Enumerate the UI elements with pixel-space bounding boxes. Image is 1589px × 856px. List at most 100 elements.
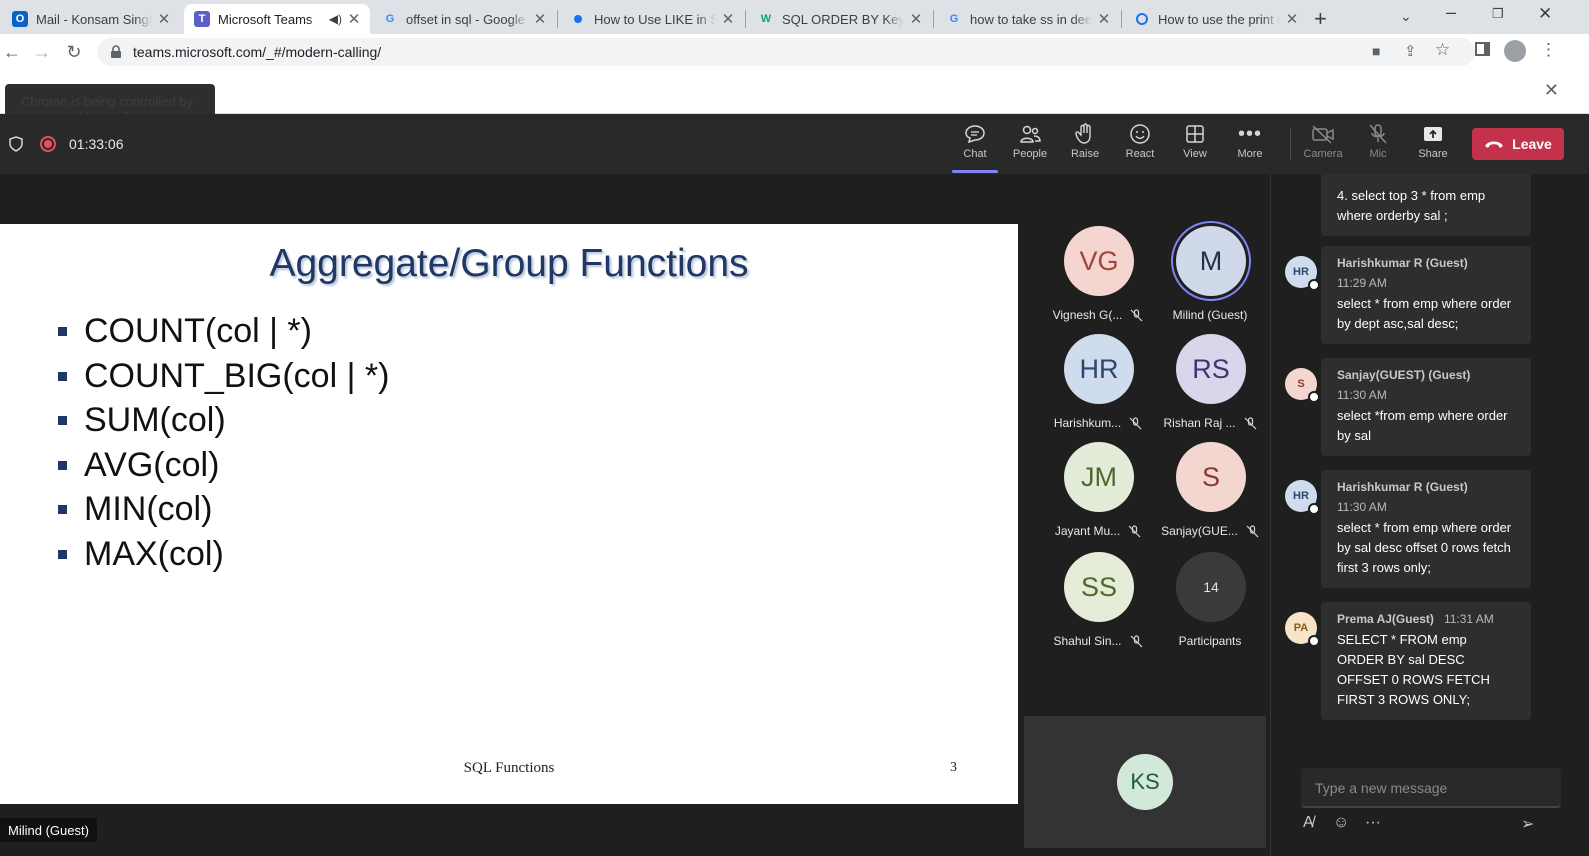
- bookmark-star-icon[interactable]: ☆: [1435, 40, 1450, 60]
- participant-tile[interactable]: JM Jayant Mu...: [1043, 442, 1153, 550]
- raise-hand-icon: [1075, 120, 1095, 148]
- participant-tile[interactable]: M Milind (Guest): [1155, 226, 1265, 334]
- message-author: Harishkumar R (Guest): [1337, 480, 1468, 494]
- bullet-marker: [58, 416, 67, 425]
- close-tab-icon[interactable]: ✕: [346, 10, 362, 28]
- tab-like-sql[interactable]: How to Use LIKE in SQL ✕: [560, 4, 744, 34]
- recording-icon: [40, 136, 56, 152]
- slide-bullet: COUNT(col | *): [58, 312, 312, 351]
- back-icon[interactable]: ←: [0, 40, 24, 64]
- close-tab-icon[interactable]: ✕: [156, 10, 172, 28]
- participant-name: Sanjay(GUE...: [1161, 524, 1238, 538]
- format-icon[interactable]: A̸: [1303, 814, 1314, 832]
- slide-title: Aggregate/Group Functions: [269, 242, 749, 285]
- forward-icon[interactable]: →: [30, 40, 54, 64]
- active-tab-indicator: [952, 170, 998, 173]
- meeting-stage: Aggregate/Group Functions COUNT(col | *)…: [0, 174, 1270, 810]
- participant-tile[interactable]: S Sanjay(GUE...: [1155, 442, 1265, 550]
- tab-print-screen[interactable]: How to use the print screen ✕: [1124, 4, 1308, 34]
- participant-name: Harishkum...: [1053, 416, 1122, 430]
- profile-avatar-icon[interactable]: [1504, 40, 1526, 62]
- bullet-marker: [58, 505, 67, 514]
- more-button[interactable]: ••• More: [1224, 120, 1276, 170]
- mic-button[interactable]: Mic: [1352, 120, 1404, 170]
- participant-name: Jayant Mu...: [1054, 524, 1121, 538]
- chat-icon: [964, 120, 986, 148]
- close-window-icon[interactable]: ✕: [1538, 4, 1552, 24]
- message-author: Harishkumar R (Guest): [1337, 256, 1468, 270]
- active-speaker-badge: Milind (Guest): [0, 818, 97, 842]
- author-avatar: PA: [1285, 612, 1320, 647]
- leave-button[interactable]: Leave: [1472, 128, 1564, 160]
- message-time: 11:30 AM: [1337, 388, 1387, 402]
- participant-tile[interactable]: VG Vignesh G(...: [1043, 226, 1153, 334]
- participant-avatar: M: [1176, 226, 1246, 296]
- new-tab-icon[interactable]: +: [1314, 6, 1327, 32]
- share-button[interactable]: Share: [1407, 120, 1459, 170]
- close-tab-icon[interactable]: ✕: [720, 10, 736, 28]
- tab-outlook[interactable]: O Mail - Konsam Singh - Outlook ✕: [2, 4, 180, 34]
- emoji-icon[interactable]: ☺: [1333, 814, 1349, 832]
- presence-dot: [1308, 391, 1320, 403]
- close-infobar-icon[interactable]: ✕: [1544, 80, 1559, 101]
- tab-search-icon[interactable]: ⌄: [1400, 8, 1412, 25]
- speaker-icon[interactable]: ◀): [329, 12, 342, 26]
- mic-muted-icon: [1246, 524, 1259, 537]
- compose-box[interactable]: Type a new message: [1301, 768, 1561, 808]
- shield-icon: [9, 136, 23, 152]
- self-avatar: KS: [1117, 754, 1173, 810]
- close-tab-icon[interactable]: ✕: [532, 10, 548, 28]
- bullet-marker: [58, 461, 67, 470]
- camera-off-icon: [1311, 120, 1335, 148]
- side-panel-icon[interactable]: [1475, 42, 1490, 56]
- react-button[interactable]: React: [1114, 120, 1166, 170]
- people-button[interactable]: People: [1004, 120, 1056, 170]
- bullet-marker: [58, 327, 67, 336]
- restore-icon[interactable]: ❐: [1492, 6, 1504, 22]
- browser-menu-icon[interactable]: ⋮: [1540, 40, 1557, 60]
- message-body: 4. select top 3 * from emp where orderby…: [1337, 188, 1486, 223]
- close-tab-icon[interactable]: ✕: [1284, 10, 1300, 28]
- author-avatar: HR: [1285, 256, 1320, 291]
- slide-bullet: MAX(col): [58, 535, 224, 574]
- camera-button[interactable]: Camera: [1297, 120, 1349, 170]
- tab-google-offset[interactable]: G offset in sql - Google Search ✕: [372, 4, 556, 34]
- url-bar[interactable]: teams.microsoft.com/_#/modern-calling/: [97, 38, 1475, 66]
- participant-name: Rishan Raj ...: [1163, 416, 1236, 430]
- message-body: SELECT * FROM emp ORDER BY sal DESC OFFS…: [1337, 632, 1490, 707]
- edge-icon: [1134, 11, 1150, 27]
- lock-icon: [111, 45, 121, 58]
- participant-avatar: HR: [1064, 334, 1134, 404]
- participant-tile[interactable]: RS Rishan Raj ...: [1155, 334, 1265, 442]
- chat-button[interactable]: Chat: [949, 120, 1001, 170]
- camera-in-use-icon[interactable]: ■: [1372, 43, 1380, 59]
- participant-avatar: SS: [1064, 552, 1134, 622]
- view-button[interactable]: View: [1169, 120, 1221, 170]
- participant-overflow-tile[interactable]: 14 Participants: [1155, 552, 1265, 660]
- close-tab-icon[interactable]: ✕: [1096, 10, 1112, 28]
- compose-placeholder: Type a new message: [1315, 780, 1448, 796]
- reload-icon[interactable]: ↻: [62, 40, 86, 64]
- author-avatar: S: [1285, 368, 1320, 403]
- minimize-icon[interactable]: –: [1446, 2, 1456, 23]
- address-bar-row: ← → ↻ teams.microsoft.com/_#/modern-call…: [0, 34, 1589, 70]
- share-page-icon[interactable]: ⇪: [1404, 42, 1417, 60]
- more-options-icon[interactable]: ···: [1365, 814, 1381, 832]
- participant-name: Participants: [1178, 634, 1242, 648]
- participant-tile[interactable]: HR Harishkum...: [1043, 334, 1153, 442]
- tab-google-ss[interactable]: G how to take ss in deel laptop ✕: [936, 4, 1120, 34]
- participant-tile[interactable]: SS Shahul Sin...: [1043, 552, 1153, 660]
- tab-order-by[interactable]: W SQL ORDER BY Keyword ✕: [748, 4, 932, 34]
- raise-hand-button[interactable]: Raise: [1059, 120, 1111, 170]
- close-tab-icon[interactable]: ✕: [908, 10, 924, 28]
- send-icon[interactable]: ➢: [1521, 814, 1534, 834]
- slide-bullet: SUM(col): [58, 401, 226, 440]
- tab-teams[interactable]: T Microsoft Teams ◀) ✕: [184, 4, 370, 34]
- participant-name: Vignesh G(...: [1052, 308, 1123, 322]
- message-body: select * from emp where order by sal des…: [1337, 520, 1512, 575]
- chat-message: Harishkumar R (Guest) 11:29 AM select * …: [1321, 246, 1531, 344]
- message-header: Prema AJ(Guest) 11:31 AM: [1337, 612, 1517, 626]
- mic-muted-icon: [1130, 634, 1142, 647]
- presence-dot: [1308, 503, 1320, 515]
- participant-avatar: VG: [1064, 226, 1134, 296]
